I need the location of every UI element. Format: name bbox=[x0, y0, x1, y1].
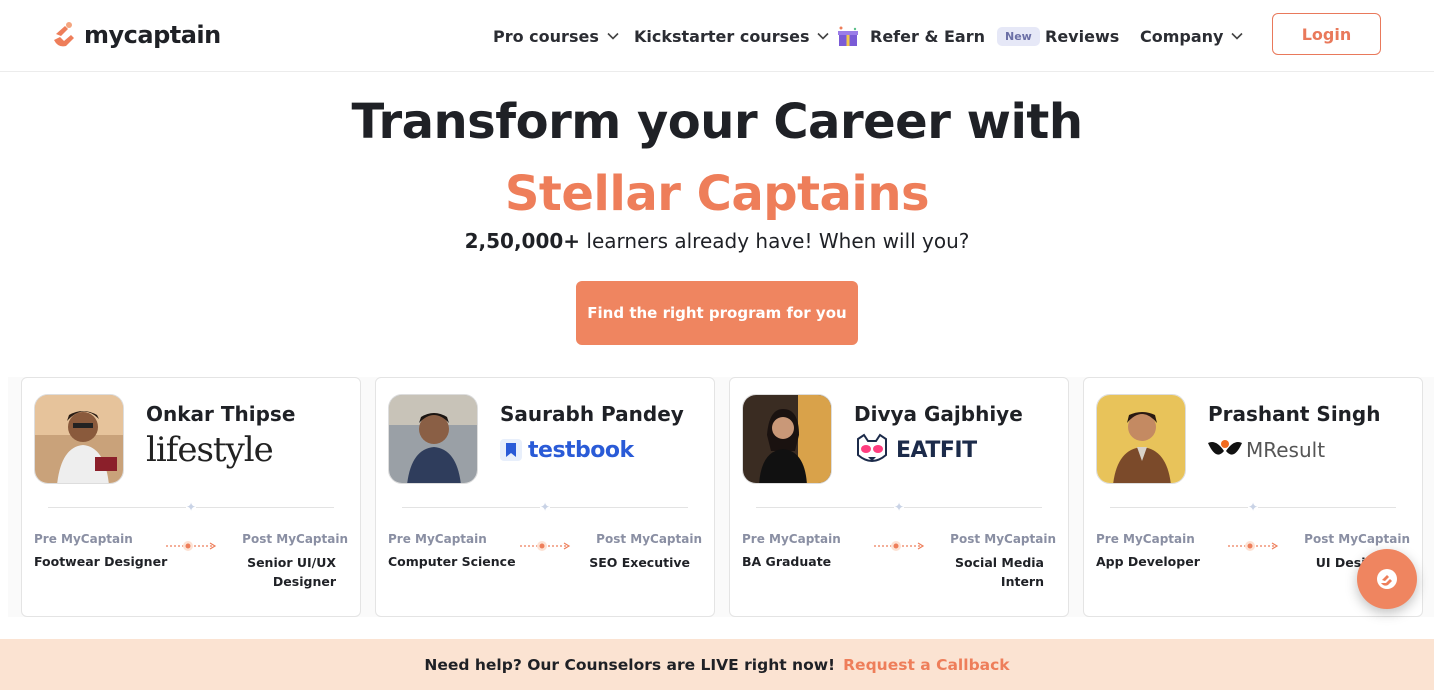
chevron-down-icon bbox=[817, 32, 830, 40]
avatar bbox=[34, 394, 124, 484]
sparkle-icon: ✦ bbox=[540, 500, 551, 514]
learner-name: Prashant Singh bbox=[1208, 402, 1381, 426]
nav-refer-earn[interactable]: Refer & Earn New bbox=[836, 0, 1040, 72]
gift-icon bbox=[838, 26, 858, 46]
company-logo: MResult bbox=[1208, 430, 1325, 470]
testbook-mark-icon bbox=[500, 439, 522, 461]
mresult-mark-icon bbox=[1208, 440, 1242, 455]
pre-role: Footwear Designer bbox=[34, 554, 168, 569]
divider: ✦ bbox=[402, 501, 688, 513]
pre-label: Pre MyCaptain bbox=[34, 532, 133, 546]
transition-arrow-icon bbox=[874, 541, 925, 551]
company-logo: lifestyle bbox=[146, 430, 274, 470]
learner-count: 2,50,000+ bbox=[464, 229, 581, 253]
post-label: Post MyCaptain bbox=[1304, 532, 1410, 546]
find-program-button[interactable]: Find the right program for you bbox=[576, 281, 858, 345]
chevron-down-icon bbox=[1231, 32, 1244, 40]
nav-refer-label: Refer & Earn bbox=[870, 26, 985, 46]
nav-company-label: Company bbox=[1140, 26, 1224, 46]
nav-pro-courses-label: Pro courses bbox=[493, 26, 599, 46]
divider: ✦ bbox=[1110, 501, 1396, 513]
site-header: mycaptain Pro courses Kickstarter course… bbox=[0, 0, 1434, 72]
hero-title-accent: Stellar Captains bbox=[504, 166, 930, 222]
sparkle-icon: ✦ bbox=[1248, 500, 1259, 514]
hero-title: Transform your Career with bbox=[351, 94, 1083, 150]
post-label: Post MyCaptain bbox=[596, 532, 702, 546]
transition-arrow-icon bbox=[1228, 541, 1279, 551]
post-label: Post MyCaptain bbox=[242, 532, 348, 546]
testbook-logo: testbook bbox=[528, 437, 634, 463]
learner-name: Onkar Thipse bbox=[146, 402, 296, 426]
testimonial-card[interactable]: Onkar Thipse lifestyle ✦ Pre MyCaptain F… bbox=[21, 377, 361, 617]
eatfit-tiger-icon bbox=[857, 433, 887, 462]
learner-name: Saurabh Pandey bbox=[500, 402, 684, 426]
sparkle-icon: ✦ bbox=[894, 500, 905, 514]
login-button[interactable]: Login bbox=[1272, 13, 1381, 55]
help-banner: Need help? Our Counselors are LIVE right… bbox=[0, 639, 1434, 690]
post-label: Post MyCaptain bbox=[950, 532, 1056, 546]
nav-reviews-label: Reviews bbox=[1045, 26, 1120, 46]
chevron-down-icon bbox=[607, 32, 619, 40]
new-badge: New bbox=[996, 26, 1040, 46]
transition-arrow-icon bbox=[166, 541, 217, 551]
pre-role: App Developer bbox=[1096, 554, 1200, 569]
eatfit-logo: EATFIT bbox=[896, 437, 977, 463]
lifestyle-logo: lifestyle bbox=[146, 430, 274, 470]
company-logo: testbook bbox=[500, 430, 634, 470]
nav-reviews[interactable]: Reviews bbox=[1045, 0, 1119, 72]
nav-kickstarter-courses[interactable]: Kickstarter courses bbox=[634, 0, 830, 72]
testimonial-card[interactable]: Divya Gajbhiye EATFIT ✦ Pre MyCaptain BA… bbox=[729, 377, 1069, 617]
pre-role: Computer Science bbox=[388, 554, 516, 569]
brand-name: mycaptain bbox=[84, 21, 221, 49]
mresult-logo: MResult bbox=[1246, 438, 1326, 462]
avatar bbox=[1096, 394, 1186, 484]
pre-label: Pre MyCaptain bbox=[1096, 532, 1195, 546]
hand-logo-icon bbox=[54, 22, 74, 47]
divider: ✦ bbox=[756, 501, 1042, 513]
sparkle-icon: ✦ bbox=[186, 500, 197, 514]
post-role: Senior UI/UX Designer bbox=[247, 555, 336, 589]
post-role: SEO Executive bbox=[589, 555, 690, 570]
help-text: Need help? Our Counselors are LIVE right… bbox=[424, 655, 836, 674]
pre-label: Pre MyCaptain bbox=[742, 532, 841, 546]
company-logo: EATFIT bbox=[854, 430, 977, 470]
avatar bbox=[388, 394, 478, 484]
pre-role: BA Graduate bbox=[742, 554, 832, 569]
nav-kickstarter-label: Kickstarter courses bbox=[634, 26, 810, 46]
hero-subtitle-text: learners already have! When will you? bbox=[580, 229, 970, 253]
learner-name: Divya Gajbhiye bbox=[854, 402, 1023, 426]
pre-label: Pre MyCaptain bbox=[388, 532, 487, 546]
hero-subtitle: 2,50,000+ learners already have! When wi… bbox=[0, 229, 1434, 253]
nav-company[interactable]: Company bbox=[1140, 0, 1244, 72]
testimonial-card[interactable]: Saurabh Pandey testbook ✦ Pre MyCaptain … bbox=[375, 377, 715, 617]
callback-float-button[interactable] bbox=[1357, 549, 1417, 609]
post-role: Social Media Intern bbox=[955, 555, 1044, 589]
divider: ✦ bbox=[48, 501, 334, 513]
mycaptain-logo[interactable]: mycaptain bbox=[52, 20, 221, 50]
avatar bbox=[742, 394, 832, 484]
nav-pro-courses[interactable]: Pro courses bbox=[493, 0, 619, 72]
hand-logo-icon bbox=[1377, 569, 1397, 589]
request-callback-link[interactable]: Request a Callback bbox=[843, 656, 1010, 674]
transition-arrow-icon bbox=[520, 541, 571, 551]
